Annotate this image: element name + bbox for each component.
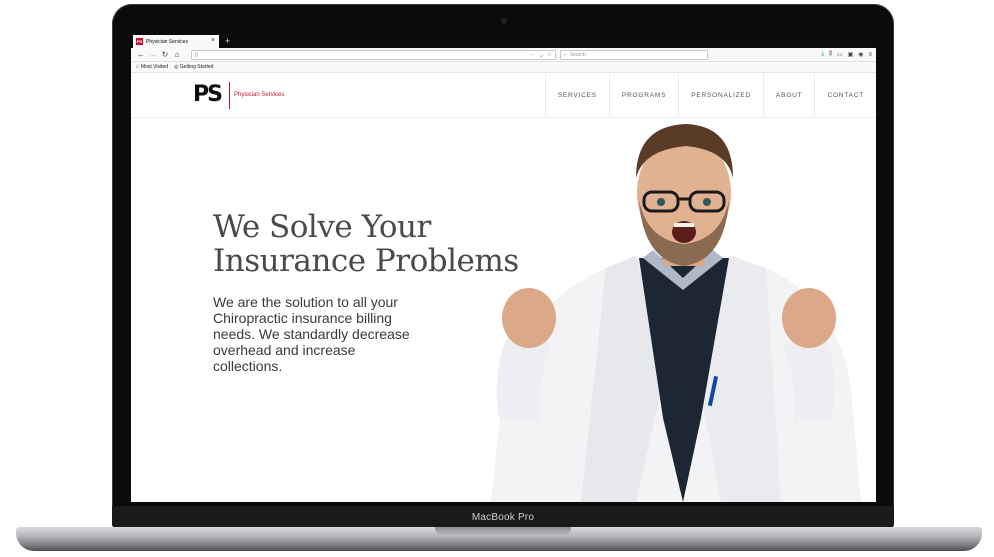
browser-tab[interactable]: PS Physician Services × [133,35,219,48]
sidebar-icon[interactable]: ▭ [837,51,843,58]
logo-text[interactable]: Physician Services [234,92,284,98]
nav-programs[interactable]: PROGRAMS [608,73,678,118]
site-header: PS Physician Services SERVICES PROGRAMS … [131,73,876,118]
bookmark-most-visited[interactable]: ☆ Most Visited [135,64,168,70]
nav-about[interactable]: ABOUT [763,73,814,118]
bookmarks-bar: ☆ Most Visited ◎ Getting Started [131,62,876,73]
tab-title: Physician Services [146,38,188,45]
search-placeholder: Search [569,51,586,58]
main-nav: SERVICES PROGRAMS PERSONALIZED ABOUT CON… [544,73,876,118]
account-icon[interactable]: ◉ [858,51,863,58]
camera [501,18,507,24]
toolbar-actions: ⤓ ⫼ ▭ ▣ ◉ ≡ [821,51,872,58]
reload-icon[interactable]: ↻ [159,50,171,59]
search-input[interactable]: ⌕ Search [560,49,708,60]
nav-contact[interactable]: CONTACT [814,73,876,118]
back-icon[interactable]: ← [135,50,147,59]
laptop-notch [435,527,571,536]
download-icon[interactable]: ⤓ [821,51,824,58]
nav-services[interactable]: SERVICES [544,73,609,118]
pocket-icon[interactable]: ◡ [539,52,543,58]
search-icon: ⌕ [564,51,567,58]
close-tab-icon[interactable]: × [211,37,215,44]
page-icon: ▯ [195,51,198,58]
menu-icon[interactable]: ≡ [868,52,872,58]
nav-personalized[interactable]: PERSONALIZED [678,73,763,118]
bookmark-label: Most Visited [140,64,169,70]
logo-mark[interactable]: PS [193,84,223,106]
more-icon[interactable]: ··· [530,52,535,58]
screenshot-icon[interactable]: ▣ [848,51,854,58]
bookmark-getting-started[interactable]: ◎ Getting Started [174,64,213,70]
logo-divider [229,82,230,109]
tab-bar: PS Physician Services × + [131,34,876,48]
hero-title-line1: We Solve Your [213,209,431,245]
browser-screen: PS Physician Services × + ← → ↻ ⌂ ▯ ··· … [131,34,876,502]
hero-photo [491,124,861,502]
hero-section: We Solve Your Insurance Problems We are t… [131,118,876,502]
address-bar[interactable]: ▯ ··· ◡ ☆ [191,49,556,60]
hero-text: We are the solution to all your Chiropra… [213,294,410,374]
bookmark-label: Getting Started [179,64,214,70]
new-tab-button[interactable]: + [225,35,230,48]
library-icon[interactable]: ⫼ [829,51,832,58]
site-favicon: PS [136,38,143,45]
forward-icon[interactable]: → [147,50,159,59]
bookmark-star-icon[interactable]: ☆ [548,52,552,58]
browser-toolbar: ← → ↻ ⌂ ▯ ··· ◡ ☆ ⌕ Search ⤓ ⫼ ▭ ▣ ◉ ≡ [131,48,876,62]
model-label: MacBook Pro [471,511,535,523]
screen-bottom-bezel: MacBook Pro [112,506,894,528]
home-icon[interactable]: ⌂ [171,50,183,59]
